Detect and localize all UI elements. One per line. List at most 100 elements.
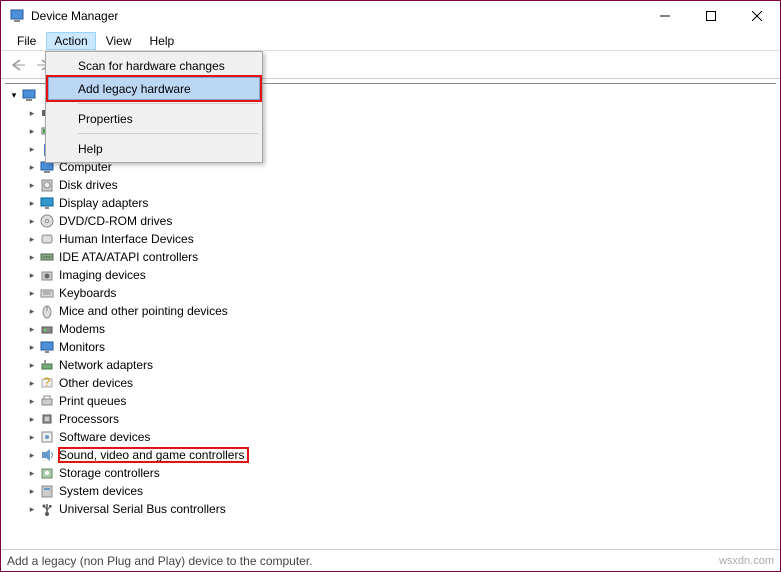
expand-icon[interactable]: ▸ [25,360,39,371]
tree-label: Network adapters [59,358,157,372]
tree-node[interactable]: ▸ Mice and other pointing devices [25,302,776,320]
statusbar: Add a legacy (non Plug and Play) device … [1,549,780,571]
cpu-icon [39,411,55,427]
expand-icon[interactable]: ▸ [25,126,39,137]
system-icon [39,483,55,499]
expand-icon[interactable]: ▸ [25,306,39,317]
tree-node[interactable]: ▸ Universal Serial Bus controllers [25,500,776,518]
menu-help[interactable]: Help [142,32,183,50]
mouse-icon [39,303,55,319]
tree-label: Mice and other pointing devices [59,304,232,318]
tree-label: Modems [59,322,109,336]
tree-label: IDE ATA/ATAPI controllers [59,250,202,264]
expand-icon[interactable]: ▸ [25,198,39,209]
storage-icon [39,465,55,481]
expand-icon[interactable]: ▸ [25,180,39,191]
tree-node[interactable]: ▸ Sound, video and game controllers [25,446,776,464]
expand-icon[interactable]: ▸ [25,108,39,119]
hid-icon [39,231,55,247]
tree-label: Software devices [59,430,154,444]
tree-node[interactable]: ▸ Modems [25,320,776,338]
display-icon [39,195,55,211]
expand-icon[interactable]: ▸ [25,504,39,515]
titlebar: Device Manager [1,1,780,31]
watermark: wsxdn.com [719,555,774,567]
monitor-icon [39,339,55,355]
tree-label: Human Interface Devices [59,232,198,246]
expand-icon[interactable]: ▸ [25,288,39,299]
expand-icon[interactable]: ▸ [25,396,39,407]
menu-separator [78,133,258,134]
tree-label: Storage controllers [59,466,164,480]
expand-icon[interactable]: ▸ [25,252,39,263]
tree-label: Display adapters [59,196,152,210]
software-icon [39,429,55,445]
tree-node[interactable]: ▸ Software devices [25,428,776,446]
app-icon [9,8,25,24]
modem-icon [39,321,55,337]
camera-icon [39,267,55,283]
window-title: Device Manager [31,9,642,23]
menu-action[interactable]: Action [46,32,95,50]
menu-scan-hardware[interactable]: Scan for hardware changes [48,54,260,77]
minimize-button[interactable] [642,1,688,31]
tree-node[interactable]: ▸ Storage controllers [25,464,776,482]
menu-separator [78,103,258,104]
tree-label: Sound, video and game controllers [59,448,248,462]
usb-icon [39,501,55,517]
status-text: Add a legacy (non Plug and Play) device … [7,554,313,568]
maximize-button[interactable] [688,1,734,31]
expand-icon[interactable]: ▸ [25,414,39,425]
expand-icon[interactable]: ▸ [25,270,39,281]
tree-node[interactable]: ▸ Print queues [25,392,776,410]
expand-icon[interactable]: ▸ [25,486,39,497]
expand-icon[interactable]: ▾ [7,90,21,101]
tree-node[interactable]: ▸ Imaging devices [25,266,776,284]
tree-label: Universal Serial Bus controllers [59,502,230,516]
tree-node[interactable]: ▸ DVD/CD-ROM drives [25,212,776,230]
keyboard-icon [39,285,55,301]
expand-icon[interactable]: ▸ [25,432,39,443]
tree-node[interactable]: ▸?Other devices [25,374,776,392]
sound-icon [39,447,55,463]
expand-icon[interactable]: ▸ [25,378,39,389]
expand-icon[interactable]: ▸ [25,234,39,245]
menu-view[interactable]: View [98,32,140,50]
other-icon: ? [39,375,55,391]
tree-label: Processors [59,412,123,426]
tree-node[interactable]: ▸ Monitors [25,338,776,356]
tree-label: Imaging devices [59,268,150,282]
expand-icon[interactable]: ▸ [25,342,39,353]
close-button[interactable] [734,1,780,31]
action-dropdown: Scan for hardware changes Add legacy har… [45,51,263,163]
tree-node[interactable]: ▸ Human Interface Devices [25,230,776,248]
svg-text:?: ? [44,375,51,389]
tree-node[interactable]: ▸ Processors [25,410,776,428]
tree-label: DVD/CD-ROM drives [59,214,176,228]
expand-icon[interactable]: ▸ [25,324,39,335]
tree-label: Keyboards [59,286,120,300]
menu-help[interactable]: Help [48,137,260,160]
tree-node[interactable]: ▸System devices [25,482,776,500]
tree-label: Disk drives [59,178,122,192]
expand-icon[interactable]: ▸ [25,468,39,479]
window-controls [642,1,780,31]
tree-node[interactable]: ▸ Keyboards [25,284,776,302]
tree-node[interactable]: ▸ Disk drives [25,176,776,194]
expand-icon[interactable]: ▸ [25,162,39,173]
tree-node[interactable]: ▸ IDE ATA/ATAPI controllers [25,248,776,266]
tree-node[interactable]: ▸ Display adapters [25,194,776,212]
printer-icon [39,393,55,409]
menu-properties[interactable]: Properties [48,107,260,130]
menu-add-legacy-hardware[interactable]: Add legacy hardware [48,77,260,100]
tree-label: Print queues [59,394,130,408]
expand-icon[interactable]: ▸ [25,216,39,227]
back-button[interactable] [7,54,29,76]
expand-icon[interactable]: ▸ [25,144,39,155]
tree-label: Monitors [59,340,109,354]
ide-icon [39,249,55,265]
computer-icon [21,87,37,103]
menu-file[interactable]: File [9,32,44,50]
expand-icon[interactable]: ▸ [25,450,39,461]
tree-node[interactable]: ▸ Network adapters [25,356,776,374]
